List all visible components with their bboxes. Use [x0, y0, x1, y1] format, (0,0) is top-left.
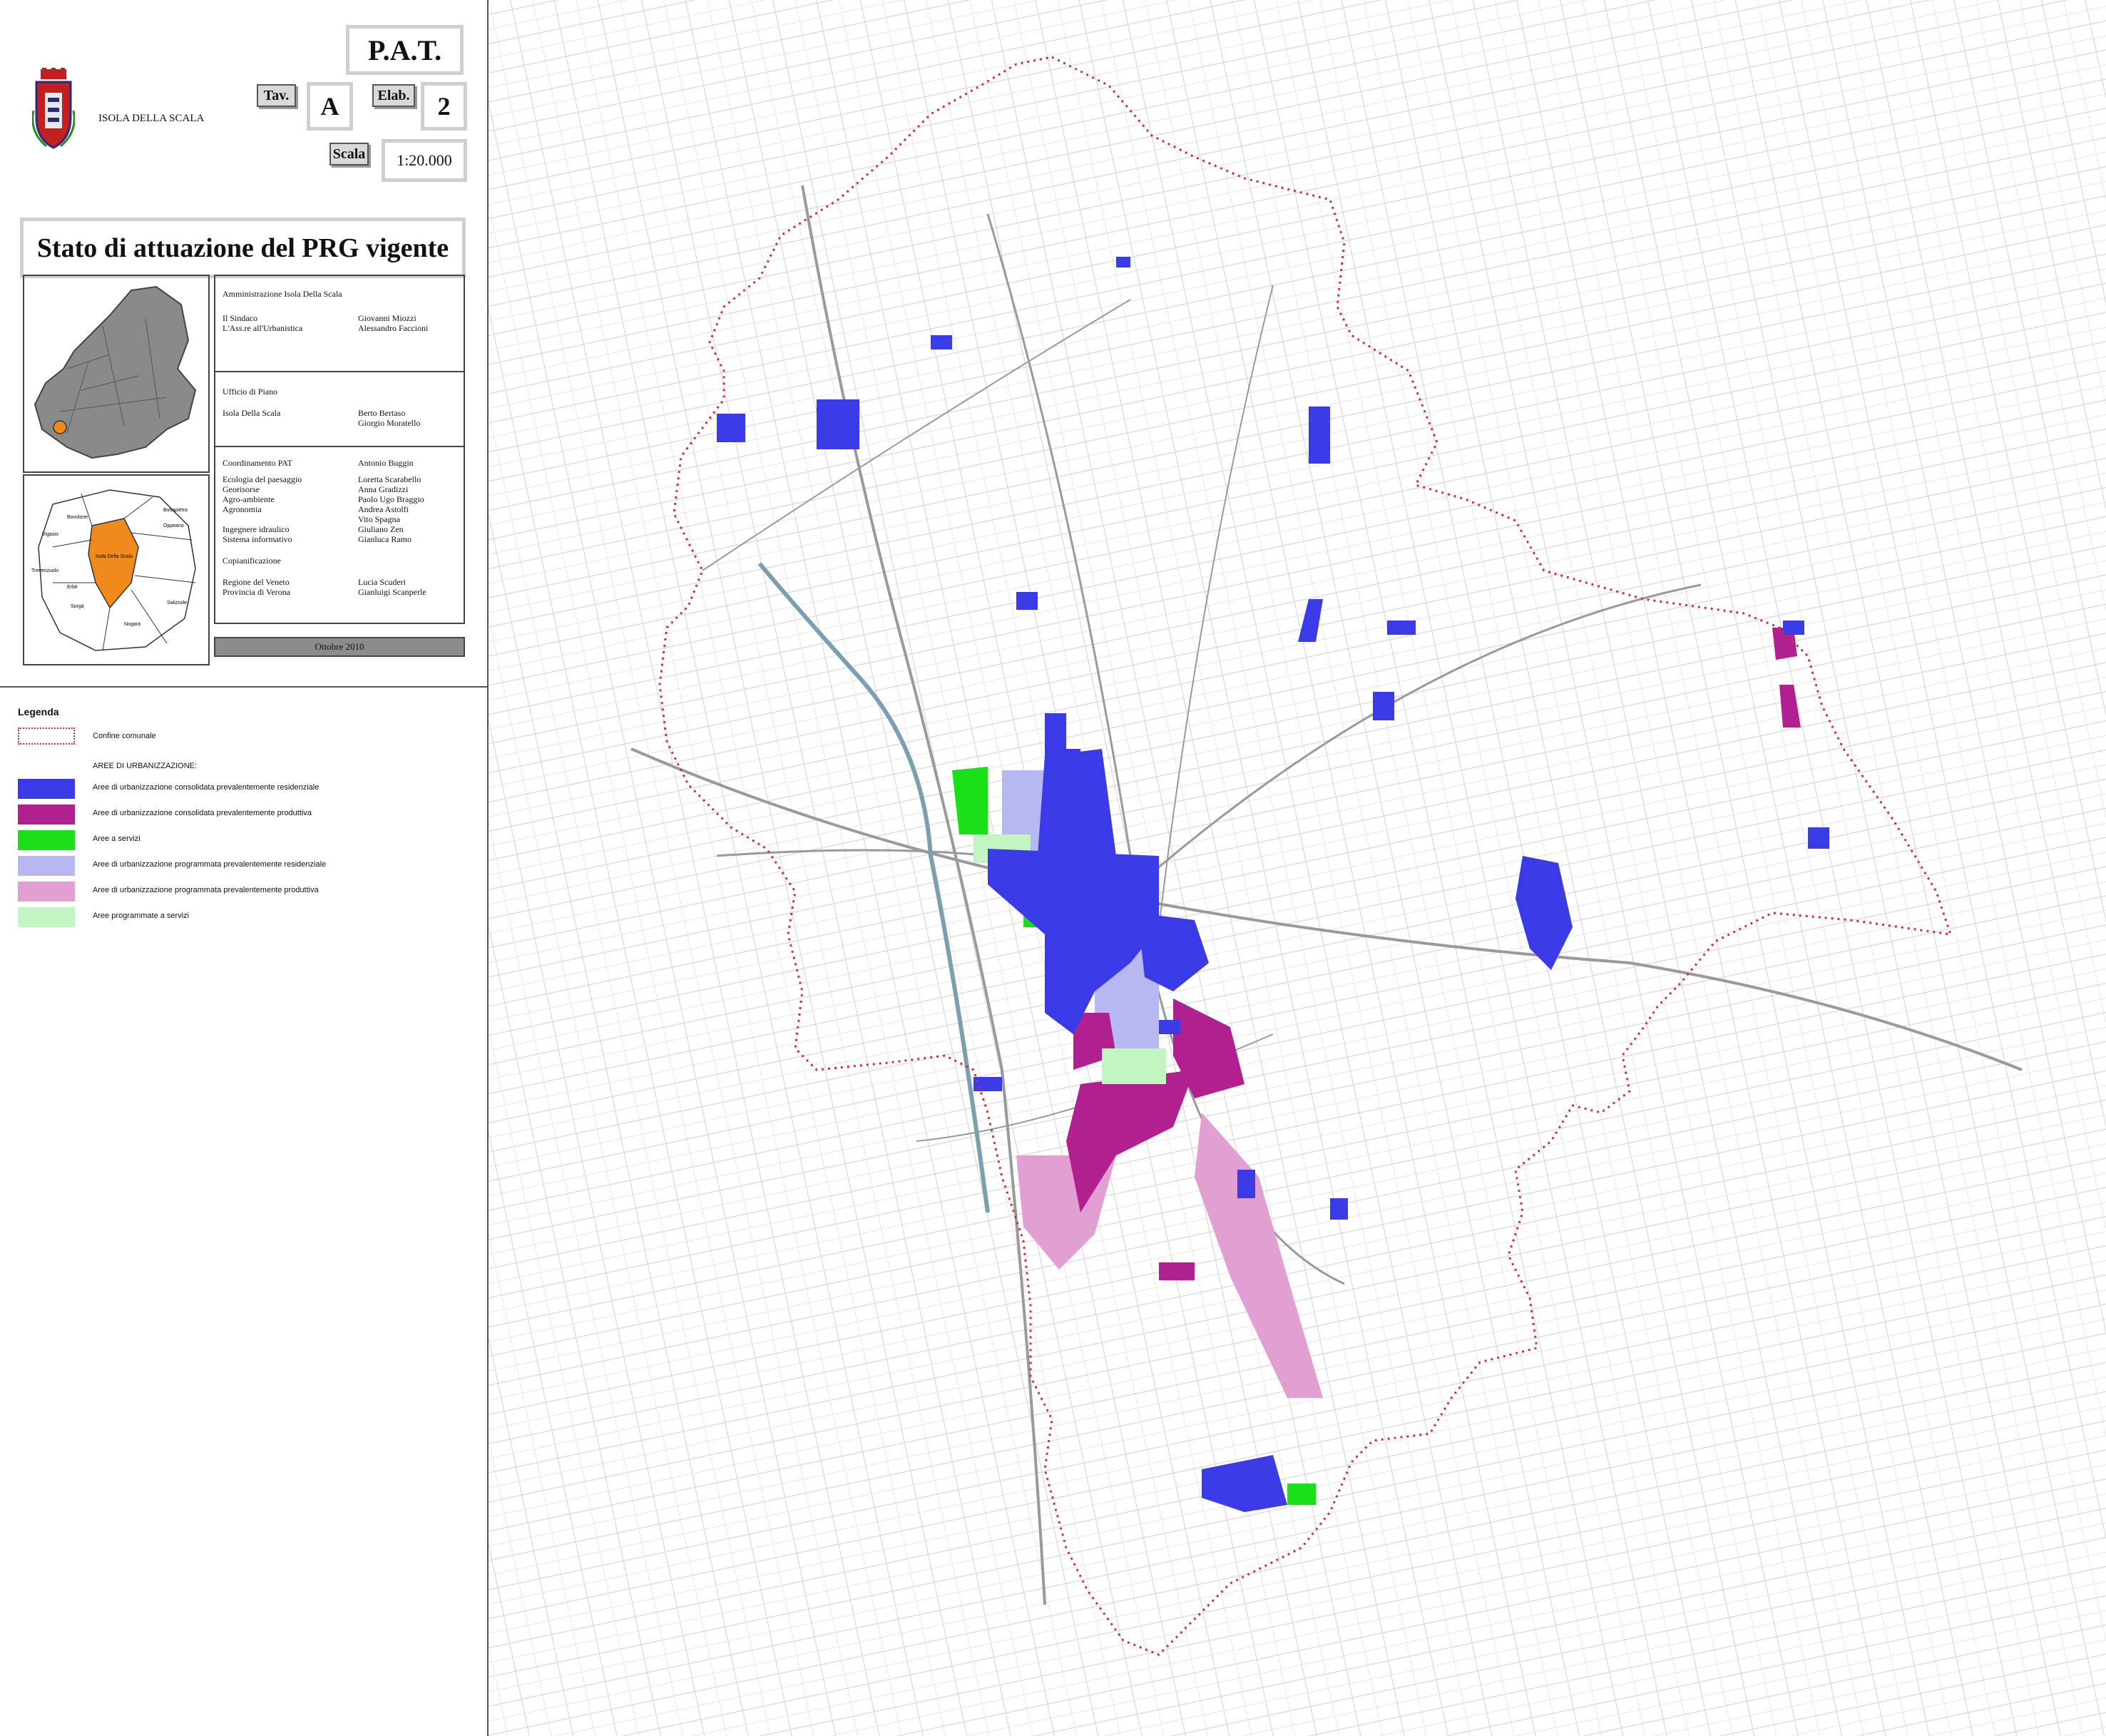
- credits-table: Amministrazione Isola Della Scala Il Sin…: [214, 275, 465, 624]
- municipality-inset-map: Bovolone Oppeano Vigasio Trevenzuolo Iso…: [23, 474, 210, 665]
- region-inset-map: [23, 275, 210, 473]
- legend-swatch: [18, 805, 75, 824]
- tav-label: Tav.: [257, 84, 296, 107]
- inset-label: Isola Della Scala: [96, 554, 133, 559]
- credits-text: Antonio Buggin: [358, 458, 414, 468]
- legend-label: Aree di urbanizzazione consolidata preva…: [93, 809, 312, 817]
- credits-text: Berto Bertaso: [358, 408, 406, 418]
- scala-value: 1:20.000: [382, 139, 467, 182]
- inset-label: Salizzole: [167, 601, 187, 606]
- inset-label: Buttapietra: [163, 508, 188, 513]
- inset-label: Bovolone: [67, 515, 88, 520]
- legend-label: Aree di urbanizzazione programmata preva…: [93, 860, 327, 869]
- legend-swatch: [18, 727, 75, 745]
- legend-label: Aree a servizi: [93, 834, 140, 843]
- inset-label: Trevenzuolo: [31, 568, 58, 573]
- credits-text: Paolo Ugo Braggio: [358, 494, 424, 504]
- legend-label: Aree di urbanizzazione programmata preva…: [93, 886, 319, 894]
- credits-text: Gianluigi Scanperle: [358, 587, 426, 597]
- credits-text: Georisorse: [223, 484, 260, 494]
- credits-text: Giovanni Miozzi: [358, 313, 416, 323]
- legend-title: Legenda: [18, 706, 59, 718]
- credits-text: Giuliano Zen: [358, 524, 404, 534]
- legend-label: Confine comunale: [93, 732, 156, 740]
- credits-text: Gianluca Ramo: [358, 534, 412, 544]
- coat-of-arms-icon: [32, 68, 75, 149]
- credits-text: Alessandro Faccioni: [358, 323, 429, 333]
- scala-label: Scala: [329, 143, 369, 165]
- date-bar: Ottobre 2010: [214, 637, 465, 657]
- parcel-lines: [489, 0, 2106, 1736]
- credits-text: Giorgio Moratello: [358, 418, 421, 428]
- credits-text: Loretta Scarabello: [358, 474, 421, 484]
- legend-swatch: [18, 907, 75, 927]
- pat-label: P.A.T.: [346, 25, 464, 75]
- credits-text: Andrea Astolfi: [358, 504, 409, 514]
- zoning-map: [489, 0, 2106, 1736]
- inset-label: Erbè: [67, 585, 78, 590]
- credits-text: Isola Della Scala: [223, 408, 281, 418]
- legend-label: Aree programmate a servizi: [93, 912, 190, 920]
- credits-admin: Amministrazione Isola Della Scala Il Sin…: [215, 276, 464, 372]
- credits-ufficio: Ufficio di Piano Isola Della Scala Berto…: [215, 372, 464, 447]
- legend-swatch: [18, 779, 75, 799]
- credits-text: Provincia di Verona: [223, 587, 291, 597]
- inset-label: Nogara: [124, 622, 140, 627]
- tav-value: A: [307, 82, 353, 131]
- elab-value: 2: [421, 82, 467, 131]
- credits-text: Regione del Veneto: [223, 577, 290, 587]
- inset-label: Sorgà: [71, 604, 84, 609]
- legend-swatch: [18, 856, 75, 876]
- credits-text: Ecologia del paesaggio: [223, 474, 302, 484]
- inset-label: Oppeano: [163, 524, 184, 529]
- inset-label: Vigasio: [42, 532, 58, 537]
- legend-swatch: [18, 830, 75, 850]
- credits-text: Lucia Scuderi: [358, 577, 406, 587]
- credits-text: Ingegnere idraulico: [223, 524, 290, 534]
- credits-text: Ufficio di Piano: [223, 387, 278, 397]
- credits-text: Coordinamento PAT: [223, 458, 292, 468]
- legend-label: Aree di urbanizzazione consolidata preva…: [93, 783, 320, 792]
- credits-text: Copianificazione: [223, 556, 281, 566]
- legend-section: AREE DI URBANIZZAZIONE:: [93, 762, 198, 770]
- credits-text: Agronomia: [223, 504, 262, 514]
- credits-text: Vito Spagna: [358, 514, 400, 524]
- credits-text: Il Sindaco: [223, 313, 257, 323]
- credits-coordinamento: Coordinamento PAT Antonio Buggin Ecologi…: [215, 447, 464, 626]
- elab-label: Elab.: [372, 84, 415, 107]
- municipality-name: ISOLA DELLA SCALA: [98, 113, 205, 124]
- credits-text: L'Ass.re all'Urbanistica: [223, 323, 303, 333]
- credits-text: Amministrazione Isola Della Scala: [223, 289, 342, 299]
- legend-swatch: [18, 882, 75, 902]
- credits-text: Sistema informativo: [223, 534, 292, 544]
- divider: [0, 686, 487, 688]
- plan-title: Stato di attuazione del PRG vigente: [20, 218, 466, 278]
- credits-text: Anna Gradizzi: [358, 484, 409, 494]
- title-block-panel: ISOLA DELLA SCALA P.A.T. Tav. A Elab. 2 …: [0, 0, 489, 1736]
- credits-text: Agro-ambiente: [223, 494, 275, 504]
